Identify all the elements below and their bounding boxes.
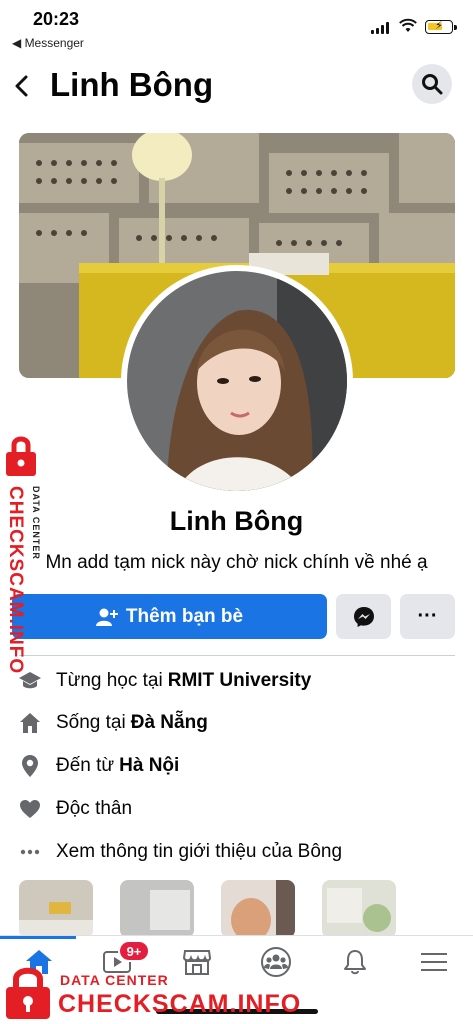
bell-icon	[344, 950, 366, 975]
wifi-icon	[399, 18, 417, 32]
intro-item-value[interactable]: Hà Nội	[119, 755, 179, 777]
battery-icon: ⚡	[425, 20, 453, 34]
photo-thumbnail-image	[19, 880, 93, 938]
intro-item-prefix: Từng học tại	[56, 670, 163, 691]
intro-item-prefix: Đến từ	[56, 755, 115, 776]
intro-item-value[interactable]: RMIT University	[168, 670, 312, 692]
more-options-button[interactable]: ···	[400, 594, 455, 639]
watermark-bottom-text: CHECKSCAM.INFO	[58, 990, 302, 1018]
intro-item-from: Đến từ Hà Nội	[18, 751, 179, 781]
add-friend-label: Thêm bạn bè	[125, 605, 244, 627]
heart-icon	[18, 797, 42, 821]
intro-item-relationship: Độc thân	[18, 794, 132, 824]
see-about-info-link[interactable]: Xem thông tin giới thiệu của Bông	[18, 837, 342, 867]
intro-item-prefix: Sống tại	[56, 712, 126, 733]
intro-item-lives-in: Sống tại Đà Nẵng	[18, 708, 208, 738]
active-tab-indicator	[0, 936, 76, 939]
nav-marketplace[interactable]	[172, 944, 222, 980]
page-title: Linh Bông	[50, 66, 214, 103]
messenger-icon	[353, 606, 374, 627]
profile-bio: Mn add tạm nick này chờ nick chính về nh…	[45, 552, 428, 573]
signal-icon	[371, 22, 391, 34]
location-pin-icon	[18, 754, 42, 778]
intro-item-value[interactable]: Đà Nẵng	[131, 712, 208, 734]
status-bar: 20:23 ◀ Messenger ⚡	[0, 0, 473, 56]
section-divider	[19, 655, 455, 656]
back-to-messenger-link[interactable]: ◀ Messenger	[12, 36, 84, 50]
watermark-side-subtext: DATA CENTER	[31, 486, 41, 560]
add-friend-icon	[95, 608, 118, 626]
add-friend-button[interactable]: Thêm bạn bè	[12, 594, 327, 639]
more-dots-icon: ···	[417, 605, 438, 627]
lock-icon	[6, 436, 36, 476]
nav-menu[interactable]	[409, 944, 459, 980]
search-button[interactable]	[412, 64, 452, 104]
menu-icon	[421, 953, 447, 971]
search-icon	[422, 74, 443, 95]
photo-thumbnail-image	[322, 880, 396, 938]
photo-thumbnail[interactable]	[221, 880, 295, 938]
photo-thumbnail-image	[120, 880, 194, 938]
watermark-side-text: CHECKSCAM.INFO	[5, 486, 26, 675]
more-dots-icon	[18, 840, 42, 864]
nav-notifications[interactable]	[330, 944, 380, 980]
nav-groups[interactable]	[251, 944, 301, 980]
intro-item-prefix: Độc thân	[56, 798, 133, 819]
watermark-bottom-subtext: DATA CENTER	[60, 972, 169, 988]
watch-notification-badge: 9+	[118, 940, 150, 962]
home-icon	[18, 711, 42, 735]
status-time: 20:23	[33, 9, 80, 29]
message-button[interactable]	[336, 594, 391, 639]
lock-icon	[6, 967, 50, 1019]
profile-name: Linh Bông	[169, 506, 304, 536]
groups-icon	[261, 947, 291, 977]
intro-item-prefix: Xem thông tin giới thiệu của Bông	[56, 841, 343, 862]
photo-thumbnail[interactable]	[322, 880, 396, 938]
photo-thumbnail-image	[221, 880, 295, 938]
profile-avatar[interactable]	[121, 265, 353, 497]
avatar-image	[127, 271, 347, 491]
back-button[interactable]	[8, 68, 36, 104]
photo-thumbnail[interactable]	[120, 880, 194, 938]
profile-header: Linh Bông	[0, 60, 473, 116]
intro-item-education: Từng học tại RMIT University	[18, 666, 311, 696]
chevron-left-icon	[15, 75, 28, 97]
marketplace-icon	[182, 950, 212, 975]
battery-cap	[454, 25, 457, 30]
photo-thumbnail[interactable]	[19, 880, 93, 938]
